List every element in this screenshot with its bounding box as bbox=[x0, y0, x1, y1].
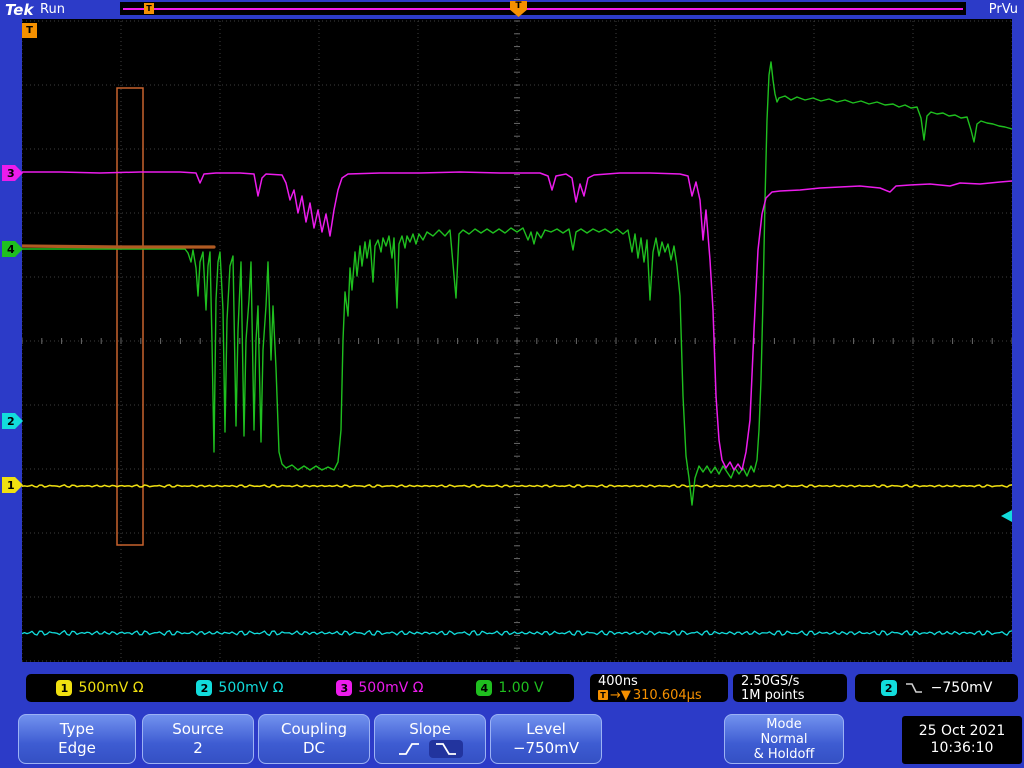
menu-button-source[interactable]: Source 2 bbox=[142, 714, 254, 764]
ch1-badge: 1 bbox=[56, 680, 73, 696]
level-title: Level bbox=[526, 720, 566, 738]
ch2-trace bbox=[22, 630, 1012, 637]
channel-3-position-marker: 3 bbox=[2, 165, 23, 181]
record-trigger-flag-icon: T bbox=[144, 3, 154, 14]
ch4-badge: 4 bbox=[476, 680, 493, 696]
channel-1-position-marker: 1 bbox=[2, 477, 23, 493]
ch3-badge: 3 bbox=[336, 680, 353, 696]
menu-button-slope[interactable]: Slope bbox=[374, 714, 486, 764]
acquisition-status: Run bbox=[40, 2, 65, 17]
acquisition-readout: 2.50GS/s 1M points bbox=[733, 674, 847, 702]
ref-trace bbox=[22, 244, 216, 249]
coupling-value: DC bbox=[302, 739, 326, 757]
record-waveform-preview bbox=[123, 8, 963, 10]
trigger-level-value: −750mV bbox=[930, 680, 993, 696]
rising-edge-icon bbox=[399, 743, 419, 755]
zoom-window-box bbox=[116, 87, 144, 546]
menu-button-mode[interactable]: Mode Normal & Holdoff bbox=[724, 714, 844, 764]
trigger-source-badge: 2 bbox=[880, 680, 897, 696]
record-view-strip: T bbox=[120, 2, 966, 15]
trigger-position-value: 310.604µs bbox=[632, 687, 702, 703]
date-value: 25 Oct 2021 bbox=[918, 723, 1006, 739]
trigger-position-readout: T →▼ 310.604µs bbox=[598, 689, 702, 702]
sample-rate-value: 2.50GS/s bbox=[741, 673, 800, 689]
menu-button-coupling[interactable]: Coupling DC bbox=[258, 714, 370, 764]
source-title: Source bbox=[172, 720, 224, 738]
menu-button-type[interactable]: Type Edge bbox=[18, 714, 136, 764]
timebase-readout: 400ns T →▼ 310.604µs bbox=[590, 674, 728, 702]
channel-4-position-marker: 4 bbox=[2, 241, 23, 257]
level-value: −750mV bbox=[512, 739, 580, 757]
source-value: 2 bbox=[193, 739, 203, 757]
channel-2-position-marker: 2 bbox=[2, 413, 23, 429]
mode-value2: & Holdoff bbox=[753, 746, 815, 762]
datetime-display: 25 Oct 2021 10:36:10 bbox=[902, 716, 1022, 764]
trigger-position-arrows-icon: →▼ bbox=[610, 687, 631, 703]
oscilloscope-frame: Tek Run T T PrVu 1 500mV Ω 2 500mV Ω 3 5… bbox=[0, 0, 1024, 768]
record-length-value: 1M points bbox=[741, 687, 805, 703]
ch4-readout: 4 1.00 V bbox=[476, 680, 544, 696]
trigger-flag-icon: T bbox=[598, 690, 608, 700]
slope-title: Slope bbox=[409, 720, 451, 738]
trigger-indicator-icon: T bbox=[22, 23, 37, 38]
falling-edge-icon bbox=[436, 743, 456, 755]
slope-options bbox=[397, 740, 463, 758]
ch4-trace bbox=[22, 61, 1012, 506]
ch2-badge: 2 bbox=[196, 680, 213, 696]
waveform-svg bbox=[22, 20, 1012, 662]
waveform-display bbox=[22, 19, 1012, 662]
ch2-readout: 2 500mV Ω bbox=[196, 680, 284, 696]
mode-value: Normal bbox=[760, 731, 808, 747]
falling-edge-icon bbox=[905, 683, 922, 693]
mode-title: Mode bbox=[766, 716, 802, 732]
timebase-value: 400ns bbox=[598, 673, 638, 689]
trigger-readout: 2 −750mV bbox=[855, 674, 1018, 702]
time-value: 10:36:10 bbox=[930, 740, 994, 756]
ch3-scale: 500mV Ω bbox=[358, 680, 424, 696]
ch1-readout: 1 500mV Ω bbox=[56, 680, 144, 696]
channel-scale-readouts: 1 500mV Ω 2 500mV Ω 3 500mV Ω 4 1.00 V bbox=[26, 674, 574, 702]
ch4-scale: 1.00 V bbox=[498, 680, 544, 696]
tek-logo: Tek bbox=[5, 1, 34, 19]
acquisition-mode-label: PrVu bbox=[988, 2, 1018, 17]
type-title: Type bbox=[59, 720, 95, 738]
menu-button-level[interactable]: Level −750mV bbox=[490, 714, 602, 764]
ch1-scale: 500mV Ω bbox=[78, 680, 144, 696]
ch2-scale: 500mV Ω bbox=[218, 680, 284, 696]
slope-selected bbox=[429, 740, 463, 758]
coupling-title: Coupling bbox=[280, 720, 348, 738]
type-value: Edge bbox=[58, 739, 96, 757]
ch3-readout: 3 500mV Ω bbox=[336, 680, 423, 696]
